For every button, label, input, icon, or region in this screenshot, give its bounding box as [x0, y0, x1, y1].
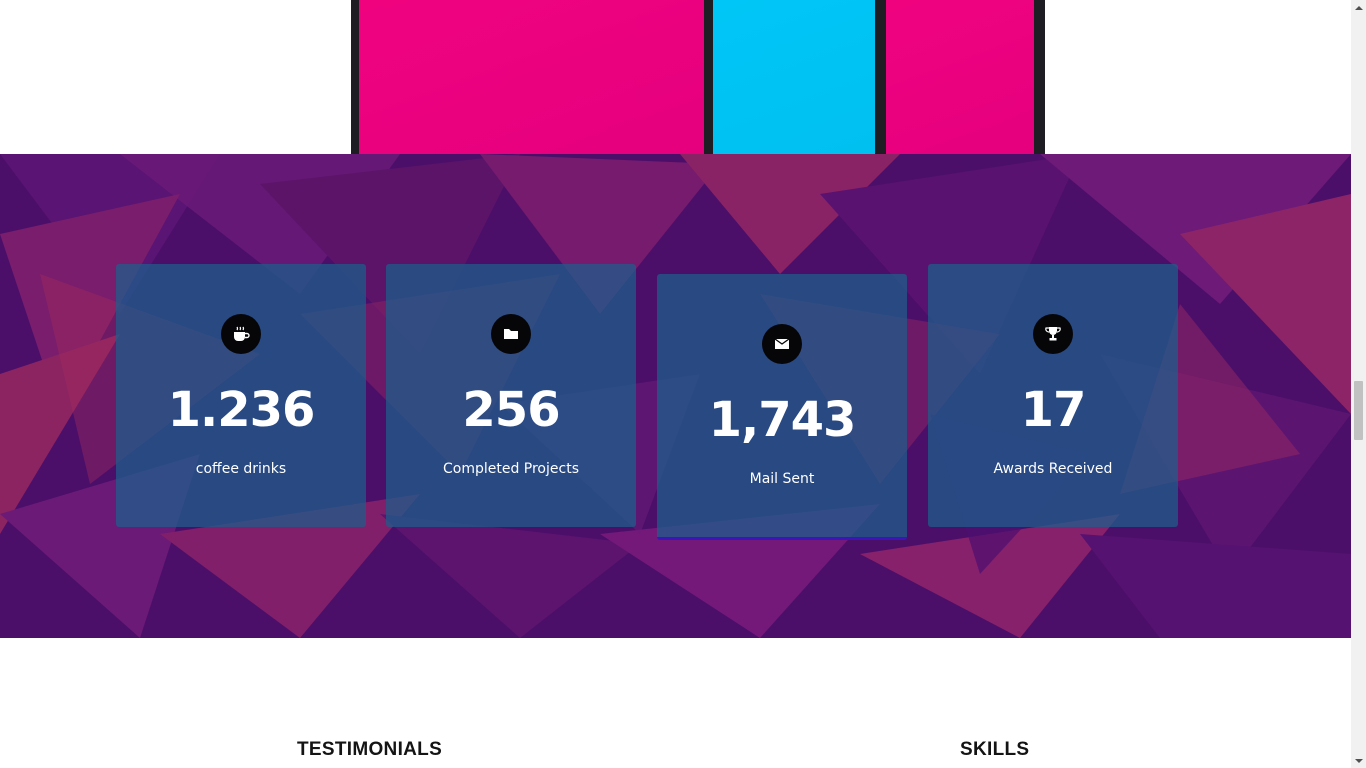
mockup-screen-pink-right	[886, 0, 1034, 154]
stat-card-coffee: 1.236 coffee drinks	[116, 264, 366, 527]
stat-value-mail: 1,743	[708, 392, 857, 448]
stat-label-mail: Mail Sent	[749, 471, 815, 487]
trophy-icon	[1033, 314, 1073, 354]
stat-label-awards: Awards Received	[993, 461, 1113, 477]
scrollbar-thumb[interactable]	[1354, 381, 1363, 440]
mockup-screen-cyan	[713, 0, 875, 154]
stat-value-coffee: 1.236	[167, 382, 316, 438]
stats-section: 1.236 coffee drinks 256 Completed Projec…	[0, 154, 1351, 638]
device-mockup	[351, 0, 1045, 154]
mockup-screen-pink-left	[359, 0, 704, 154]
stat-card-projects: 256 Completed Projects	[386, 264, 636, 527]
scroll-down-arrow-icon[interactable]	[1351, 753, 1366, 768]
stat-card-awards: 17 Awards Received	[928, 264, 1178, 527]
stat-card-mail: 1,743 Mail Sent	[657, 274, 907, 540]
vertical-scrollbar[interactable]	[1351, 0, 1366, 768]
stat-label-coffee: coffee drinks	[195, 461, 287, 477]
testimonials-heading: TESTIMONIALS	[297, 739, 443, 760]
skills-heading: SKILLS	[960, 739, 1030, 760]
page: 1.236 coffee drinks 256 Completed Projec…	[0, 0, 1366, 768]
stat-value-awards: 17	[1020, 382, 1087, 438]
envelope-icon	[762, 324, 802, 364]
stat-label-projects: Completed Projects	[442, 461, 579, 477]
scroll-up-arrow-icon[interactable]	[1351, 0, 1366, 15]
coffee-icon	[221, 314, 261, 354]
folder-icon	[491, 314, 531, 354]
stat-value-projects: 256	[462, 382, 560, 438]
